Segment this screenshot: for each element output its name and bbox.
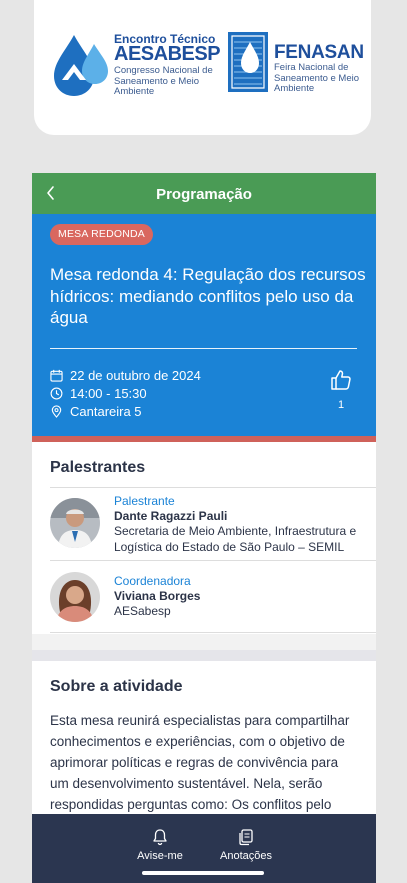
speakers-title: Palestrantes <box>50 459 146 476</box>
coordinator-name: Viviana Borges <box>114 589 201 603</box>
location-pin-icon <box>51 404 62 418</box>
speaker-affiliation: Secretaria de Meio Ambiente, Infraestrut… <box>114 524 357 554</box>
session-location-row: Cantareira 5 <box>50 402 142 420</box>
session-location: Cantareira 5 <box>70 403 142 419</box>
fenasan-logo: FENASAN Feira Nacional de Saneamento e M… <box>228 30 368 100</box>
avatar <box>50 572 100 622</box>
back-button[interactable] <box>40 182 62 204</box>
fenasan-title: FENASAN <box>274 42 364 63</box>
avatar <box>50 498 100 548</box>
session-date-row: 22 de outubro de 2024 <box>50 366 201 384</box>
speaker-divider <box>50 632 376 633</box>
about-title: Sobre a atividade <box>50 678 183 695</box>
nav-anotacoes[interactable]: Anotações <box>211 824 281 862</box>
session-time-row: 14:00 - 15:30 <box>50 384 147 402</box>
header-title: Programação <box>156 186 252 203</box>
thumbs-up-icon <box>331 370 351 390</box>
session-time: 14:00 - 15:30 <box>70 385 147 401</box>
about-description: Esta mesa reunirá especialistas para com… <box>50 713 350 812</box>
like-button[interactable] <box>329 368 353 392</box>
speaker-divider <box>50 560 376 561</box>
speaker-role: Palestrante <box>114 494 175 508</box>
coordinator-role: Coordenadora <box>114 574 191 588</box>
aesabesp-title: AESABESP <box>114 43 221 65</box>
hero-divider <box>50 348 357 349</box>
speaker-name: Dante Ragazzi Pauli <box>114 509 228 523</box>
bell-icon <box>153 829 167 846</box>
session-title: Mesa redonda 4: Regulação dos recursos h… <box>50 265 366 327</box>
aesabesp-logo: Encontro Técnico AESABESP Congresso Naci… <box>52 30 221 100</box>
header-bar: Programação <box>32 173 376 214</box>
like-count: 1 <box>337 399 345 411</box>
nav-avise-me[interactable]: Avise-me <box>125 824 195 862</box>
fenasan-subtitle: Feira Nacional de Saneamento e Meio Ambi… <box>274 62 360 94</box>
clock-icon <box>50 387 63 399</box>
calendar-icon <box>50 369 63 382</box>
speakers-section: Palestrantes Palestrante Dante Ragazzi P… <box>32 442 376 634</box>
coordinator-affiliation: AESabesp <box>114 604 171 618</box>
water-drop-logo-icon <box>54 35 108 96</box>
aesabesp-subtitle: Congresso Nacional de Saneamento e Meio … <box>114 65 213 97</box>
home-indicator[interactable] <box>142 871 264 875</box>
speakers-divider <box>50 487 376 488</box>
bottom-nav: Avise-me Anotações <box>32 814 376 883</box>
coordinator-photo <box>50 572 100 622</box>
nav-avise-me-label: Avise-me <box>137 850 183 862</box>
fenasan-mark-icon <box>228 32 268 92</box>
notes-icon <box>239 829 253 846</box>
session-hero: MESA REDONDA Mesa redonda 4: Regulação d… <box>32 214 376 436</box>
section-gap <box>32 650 376 661</box>
chevron-left-icon <box>47 186 54 200</box>
speaker-photo <box>50 498 100 548</box>
session-date: 22 de outubro de 2024 <box>70 367 201 383</box>
nav-anotacoes-label: Anotações <box>220 850 272 862</box>
session-type-badge: MESA REDONDA <box>50 224 153 245</box>
activity-panel: Programação MESA REDONDA Mesa redonda 4:… <box>32 173 376 883</box>
